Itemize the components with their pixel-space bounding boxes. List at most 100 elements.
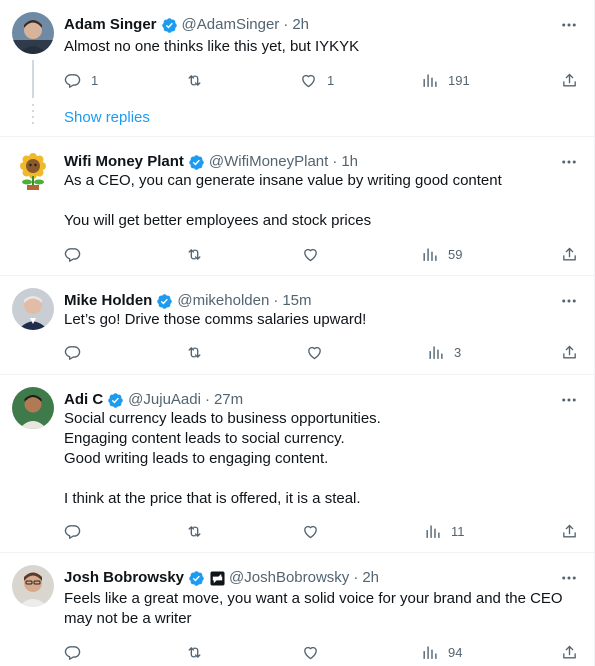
action-bar: 3	[64, 342, 578, 362]
more-button[interactable]	[558, 14, 580, 36]
share-button[interactable]	[561, 642, 578, 662]
author-name[interactable]: Mike Holden	[64, 291, 152, 311]
share-button[interactable]	[561, 521, 578, 541]
tweet-header: Adi C @JujuAadi · 27m	[64, 390, 243, 410]
share-icon	[561, 644, 578, 661]
like-icon	[302, 644, 319, 661]
retweet-button[interactable]	[186, 521, 203, 541]
views-icon	[421, 644, 438, 661]
retweet-icon	[186, 523, 203, 540]
share-button[interactable]	[561, 244, 578, 264]
more-button[interactable]	[558, 567, 580, 589]
views-count: 59	[448, 246, 463, 262]
reply-button[interactable]	[64, 342, 81, 362]
reply-button[interactable]	[64, 642, 81, 662]
tweet-header: Adam Singer @AdamSinger · 2h	[64, 15, 309, 35]
views-count: 11	[451, 523, 465, 539]
author-handle[interactable]: @JujuAadi	[128, 390, 201, 410]
affiliate-badge-icon[interactable]	[210, 570, 225, 586]
share-icon	[561, 246, 578, 263]
tweet-josh-bobrowsky[interactable]: Josh Bobrowsky @JoshBobrowsky · 2h Feels…	[0, 553, 594, 666]
views-icon	[427, 344, 444, 361]
author-name[interactable]: Adam Singer	[64, 15, 157, 35]
views-button[interactable]: 11	[424, 521, 465, 541]
tweet-mike-holden[interactable]: Mike Holden @mikeholden · 15m Let’s go! …	[0, 276, 594, 375]
more-icon	[560, 391, 578, 409]
views-button[interactable]: 3	[427, 342, 461, 362]
avatar[interactable]	[12, 149, 54, 191]
like-button[interactable]	[302, 521, 319, 541]
retweet-icon	[186, 246, 203, 263]
reply-icon	[64, 246, 81, 263]
tweet-wifi-money-plant[interactable]: Wifi Money Plant @WifiMoneyPlant · 1h As…	[0, 137, 594, 276]
like-button[interactable]: 1	[300, 70, 334, 90]
avatar[interactable]	[12, 288, 54, 330]
views-icon	[424, 523, 441, 540]
views-button[interactable]: 191	[421, 70, 470, 90]
more-icon	[560, 292, 578, 310]
like-count: 1	[327, 72, 335, 88]
share-button[interactable]	[561, 70, 578, 90]
verified-badge-icon	[188, 570, 205, 587]
replies-feed: Adam Singer @AdamSinger · 2h Almost no o…	[0, 0, 595, 666]
more-button[interactable]	[558, 151, 580, 173]
show-replies-link[interactable]: Show replies	[64, 108, 150, 128]
reply-button[interactable]	[64, 521, 81, 541]
reply-icon	[64, 72, 81, 89]
author-name[interactable]: Josh Bobrowsky	[64, 568, 184, 588]
views-count: 94	[448, 644, 463, 660]
share-button[interactable]	[561, 342, 578, 362]
author-name[interactable]: Wifi Money Plant	[64, 152, 184, 172]
avatar[interactable]	[12, 387, 54, 429]
like-icon	[300, 72, 317, 89]
tweet-adi-c[interactable]: Adi C @JujuAadi · 27m Social currency le…	[0, 375, 594, 553]
share-icon	[561, 523, 578, 540]
action-bar: 1 1 191	[64, 70, 578, 90]
avatar[interactable]	[12, 12, 54, 54]
verified-badge-icon	[156, 293, 173, 310]
author-handle[interactable]: @mikeholden	[177, 291, 269, 311]
like-button[interactable]	[302, 642, 319, 662]
retweet-button[interactable]	[186, 342, 203, 362]
separator: ·	[353, 569, 359, 586]
action-bar: 59	[64, 244, 578, 264]
reply-button[interactable]	[64, 244, 81, 264]
tweet-text: Feels like a great move, you want a soli…	[64, 590, 563, 627]
author-name[interactable]: Adi C	[64, 390, 103, 410]
views-count: 191	[448, 72, 470, 88]
retweet-icon	[186, 644, 203, 661]
reply-button[interactable]: 1	[64, 70, 98, 90]
separator: ·	[204, 391, 210, 408]
timestamp[interactable]: 2h	[292, 15, 309, 35]
views-icon	[421, 246, 438, 263]
like-button[interactable]	[306, 342, 323, 362]
thread-line	[32, 60, 34, 98]
views-icon	[421, 72, 438, 89]
more-button[interactable]	[558, 290, 580, 312]
share-icon	[561, 344, 578, 361]
more-button[interactable]	[558, 389, 580, 411]
timestamp[interactable]: 1h	[341, 152, 358, 172]
avatar[interactable]	[12, 565, 54, 607]
views-button[interactable]: 94	[421, 642, 462, 662]
author-handle[interactable]: @AdamSinger	[182, 15, 280, 35]
author-handle[interactable]: @JoshBobrowsky	[229, 568, 349, 588]
retweet-button[interactable]	[186, 70, 203, 90]
tweet-text: As a CEO, you can generate insane value …	[64, 172, 502, 229]
tweet-header: Josh Bobrowsky @JoshBobrowsky · 2h	[64, 568, 379, 588]
retweet-icon	[186, 72, 203, 89]
author-handle[interactable]: @WifiMoneyPlant	[209, 152, 328, 172]
separator: ·	[283, 16, 289, 33]
like-button[interactable]	[302, 244, 319, 264]
reply-icon	[64, 523, 81, 540]
timestamp[interactable]: 27m	[214, 390, 243, 410]
tweet-adam-singer[interactable]: Adam Singer @AdamSinger · 2h Almost no o…	[0, 0, 594, 137]
timestamp[interactable]: 2h	[362, 568, 379, 588]
separator: ·	[332, 153, 338, 170]
timestamp[interactable]: 15m	[282, 291, 311, 311]
like-icon	[302, 246, 319, 263]
retweet-button[interactable]	[186, 642, 203, 662]
retweet-button[interactable]	[186, 244, 203, 264]
views-button[interactable]: 59	[421, 244, 462, 264]
more-icon	[560, 569, 578, 587]
